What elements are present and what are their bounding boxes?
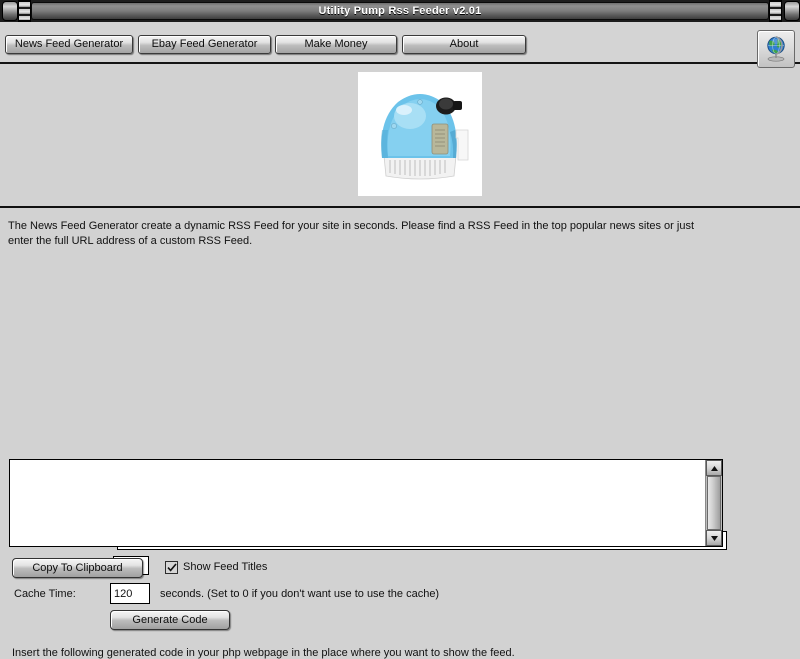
cache-time-hint: seconds. (Set to 0 if you don't want use…	[160, 588, 440, 600]
checkmark-icon	[166, 563, 177, 572]
arrow-up-icon	[710, 465, 718, 471]
code-instruction: Insert the following generated code in y…	[12, 647, 515, 659]
titlebar-band: Utility Pump Rss Feeder v2.01	[31, 2, 769, 20]
titlebar-left-grip	[18, 0, 31, 22]
tab-about[interactable]: About	[402, 35, 526, 54]
tab-make-money[interactable]: Make Money	[275, 35, 397, 54]
cache-time-input[interactable]	[110, 583, 150, 604]
tab-ebay-feed-generator[interactable]: Ebay Feed Generator	[138, 35, 271, 54]
scrollbar-track[interactable]	[706, 476, 722, 530]
product-image	[358, 72, 482, 196]
scrollbar-down-button[interactable]	[706, 530, 722, 546]
globe-icon	[767, 35, 785, 62]
window-titlebar: Utility Pump Rss Feeder v2.01	[0, 0, 800, 22]
scrollbar-up-button[interactable]	[706, 460, 722, 476]
show-feed-titles-checkbox[interactable]	[165, 561, 178, 574]
generated-code-scrollbar[interactable]	[705, 460, 722, 546]
titlebar-left-endcap	[2, 1, 18, 21]
banner-area	[0, 64, 800, 208]
window-title: Utility Pump Rss Feeder v2.01	[318, 5, 482, 17]
tab-news-feed-generator[interactable]: News Feed Generator	[5, 35, 133, 54]
arrow-down-icon	[710, 535, 718, 541]
generated-code-container	[9, 459, 723, 547]
panel-description: The News Feed Generator create a dynamic…	[8, 220, 695, 247]
titlebar-right-grip	[769, 0, 782, 22]
toolbar: News Feed Generator Ebay Feed Generator …	[0, 22, 800, 64]
cache-time-label: Cache Time:	[14, 588, 76, 600]
show-feed-titles-label: Show Feed Titles	[183, 561, 268, 573]
globe-icon-button[interactable]	[757, 30, 795, 68]
generate-code-button[interactable]: Generate Code	[110, 610, 230, 630]
generated-code-textarea[interactable]	[10, 460, 705, 546]
titlebar-right-endcap	[784, 1, 800, 21]
main-panel: The News Feed Generator create a dynamic…	[0, 210, 800, 659]
utility-pump-photo	[358, 72, 482, 196]
scrollbar-thumb[interactable]	[707, 476, 721, 530]
copy-to-clipboard-button[interactable]: Copy To Clipboard	[12, 558, 143, 578]
